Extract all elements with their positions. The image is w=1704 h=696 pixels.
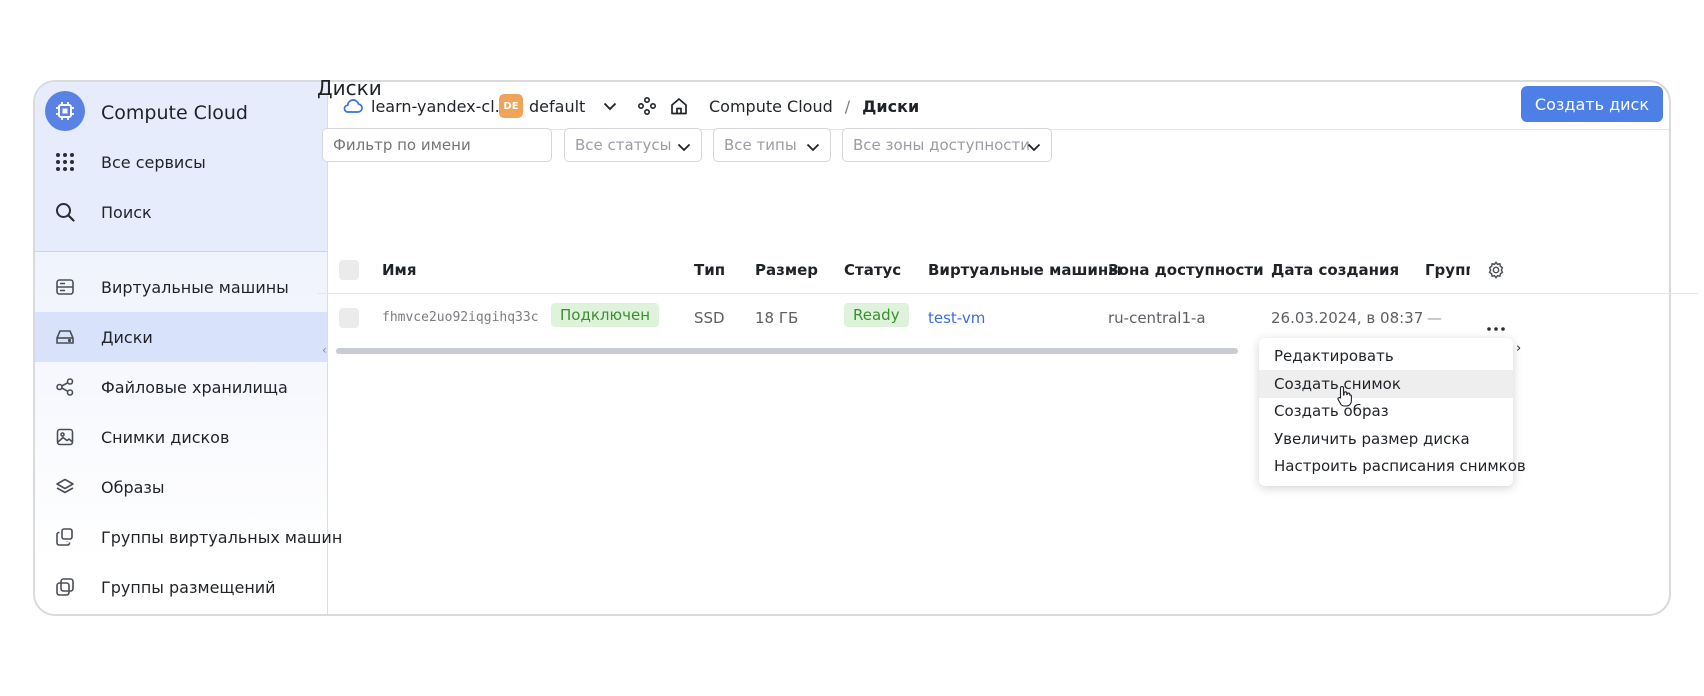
sidebar-item-vm-groups[interactable]: Группы виртуальных машин xyxy=(35,512,342,562)
disk-type: SSD xyxy=(694,309,725,327)
column-header-size[interactable]: Размер xyxy=(755,261,818,279)
status-filter-select[interactable]: Все статусы xyxy=(564,128,702,162)
search-label: Поиск xyxy=(101,202,152,222)
column-header-vms[interactable]: Виртуальные машины xyxy=(928,261,1122,279)
sidebar-item-label: Файловые хранилища xyxy=(101,377,288,397)
folder-name: default xyxy=(529,96,586,116)
zone-filter-value: Все зоны доступности xyxy=(853,136,1031,154)
row-actions-menu: Редактировать Создать снимок Создать обр… xyxy=(1259,338,1526,486)
table-settings-icon[interactable] xyxy=(1487,261,1505,283)
home-button[interactable] xyxy=(669,82,689,130)
home-icon xyxy=(669,96,689,116)
column-header-zone[interactable]: Зона доступности xyxy=(1108,261,1264,279)
sidebar: Compute Cloud Все сервисы Поиск Виртуаль… xyxy=(35,82,342,614)
sidebar-item-placement-groups[interactable]: Группы размещений xyxy=(35,562,327,612)
sidebar-item-label: Диски xyxy=(101,327,153,347)
folder-selector[interactable]: DE default xyxy=(499,82,617,130)
breadcrumb-service[interactable]: Compute Cloud xyxy=(709,97,833,116)
create-disk-button[interactable]: Создать диск xyxy=(1520,86,1663,122)
sidebar-item-disks[interactable]: Диски xyxy=(35,312,327,362)
sidebar-item-file-storages[interactable]: Файловые хранилища xyxy=(35,362,327,412)
column-header-group[interactable]: Группа xyxy=(1425,261,1470,279)
services-map-button[interactable] xyxy=(637,82,657,130)
menu-item-create-image[interactable]: Создать образ xyxy=(1259,397,1513,425)
more-actions-icon[interactable] xyxy=(1487,316,1505,335)
menu-item-edit[interactable]: Редактировать xyxy=(1259,342,1513,370)
scroll-right-icon[interactable]: › xyxy=(1516,341,1521,356)
row-checkbox[interactable] xyxy=(339,308,359,328)
zone-value: ru-central1-a xyxy=(1108,309,1206,327)
type-filter-select[interactable]: Все типы xyxy=(713,128,831,162)
sidebar-item-disk-snapshots[interactable]: Снимки дисков xyxy=(35,412,327,462)
search-icon xyxy=(55,202,75,222)
sidebar-item-label: Группы размещений xyxy=(101,577,276,597)
column-header-name[interactable]: Имя xyxy=(382,261,416,279)
status-filter-value: Все статусы xyxy=(575,136,672,154)
vm-link[interactable]: test-vm xyxy=(928,309,985,327)
chevron-down-icon xyxy=(677,138,691,156)
header-bar: learn-yandex-cl... DE default Compute Cl… xyxy=(329,82,1669,130)
group-value: — xyxy=(1427,309,1442,327)
layers-icon xyxy=(55,477,75,497)
sidebar-item-label: Снимки дисков xyxy=(101,427,230,447)
horizontal-scrollbar[interactable] xyxy=(336,348,1238,354)
scroll-left-icon[interactable]: ‹ xyxy=(322,343,327,357)
created-date: 26.03.2024, в 08:37 xyxy=(1271,309,1424,327)
sidebar-nav: Виртуальные машины Диски Файловые хранил… xyxy=(35,252,342,614)
menu-item-resize-disk[interactable]: Увеличить размер диска xyxy=(1259,425,1513,453)
all-services-label: Все сервисы xyxy=(101,152,206,172)
image-icon xyxy=(55,427,75,447)
zone-filter-select[interactable]: Все зоны доступности xyxy=(842,128,1052,162)
disk-icon xyxy=(55,327,75,347)
server-icon xyxy=(55,277,75,297)
cloud-icon xyxy=(343,98,363,114)
breadcrumb: Compute Cloud / Диски xyxy=(709,82,919,130)
cloud-name: learn-yandex-cl... xyxy=(371,96,510,116)
type-filter-value: Все типы xyxy=(724,136,797,154)
column-header-created[interactable]: Дата создания xyxy=(1271,261,1399,279)
breadcrumb-separator: / xyxy=(844,96,851,116)
page-title: Диски xyxy=(317,76,382,100)
name-filter-input[interactable] xyxy=(322,128,552,162)
menu-item-create-snapshot[interactable]: Создать снимок xyxy=(1259,370,1513,398)
hand-cursor-icon xyxy=(1337,385,1353,411)
sidebar-item-virtual-machines[interactable]: Виртуальные машины xyxy=(35,262,327,312)
disk-id[interactable]: fhmvce2uo92iqgihq33c xyxy=(382,310,539,325)
search-button[interactable]: Поиск xyxy=(35,187,327,237)
column-header-type[interactable]: Тип xyxy=(694,261,725,279)
chevron-down-icon xyxy=(603,102,617,111)
sidebar-item-label: Образы xyxy=(101,477,165,497)
sidebar-item-label: Виртуальные машины xyxy=(101,277,289,297)
brand-name: Compute Cloud xyxy=(101,102,248,124)
compute-cloud-logo-icon xyxy=(45,91,85,131)
brand-row[interactable]: Compute Cloud xyxy=(35,82,327,132)
folder-badge: DE xyxy=(499,94,523,118)
select-all-checkbox[interactable] xyxy=(339,260,359,280)
menu-item-snapshot-schedules[interactable]: Настроить расписания снимков xyxy=(1259,452,1526,480)
grid-icon xyxy=(55,152,75,172)
breadcrumb-current: Диски xyxy=(862,96,920,116)
all-services-button[interactable]: Все сервисы xyxy=(35,137,327,187)
column-header-status[interactable]: Статус xyxy=(844,261,901,279)
group-icon xyxy=(55,527,75,547)
sidebar-header: Compute Cloud Все сервисы Поиск xyxy=(35,82,327,252)
status-badge: Ready xyxy=(844,303,909,327)
placement-group-icon xyxy=(55,577,75,597)
attached-badge: Подключен xyxy=(551,303,659,327)
chevron-down-icon xyxy=(806,138,820,156)
share-nodes-icon xyxy=(55,377,75,397)
status-badge-wrap: Ready xyxy=(844,303,909,327)
sidebar-item-images[interactable]: Образы xyxy=(35,462,327,512)
chevron-down-icon xyxy=(1027,138,1041,156)
attached-badge-wrap: Подключен xyxy=(551,303,659,327)
sidebar-item-label: Группы виртуальных машин xyxy=(101,527,343,547)
disk-size: 18 ГБ xyxy=(755,309,799,327)
table-divider xyxy=(317,293,1698,294)
nodes-icon xyxy=(637,96,657,116)
